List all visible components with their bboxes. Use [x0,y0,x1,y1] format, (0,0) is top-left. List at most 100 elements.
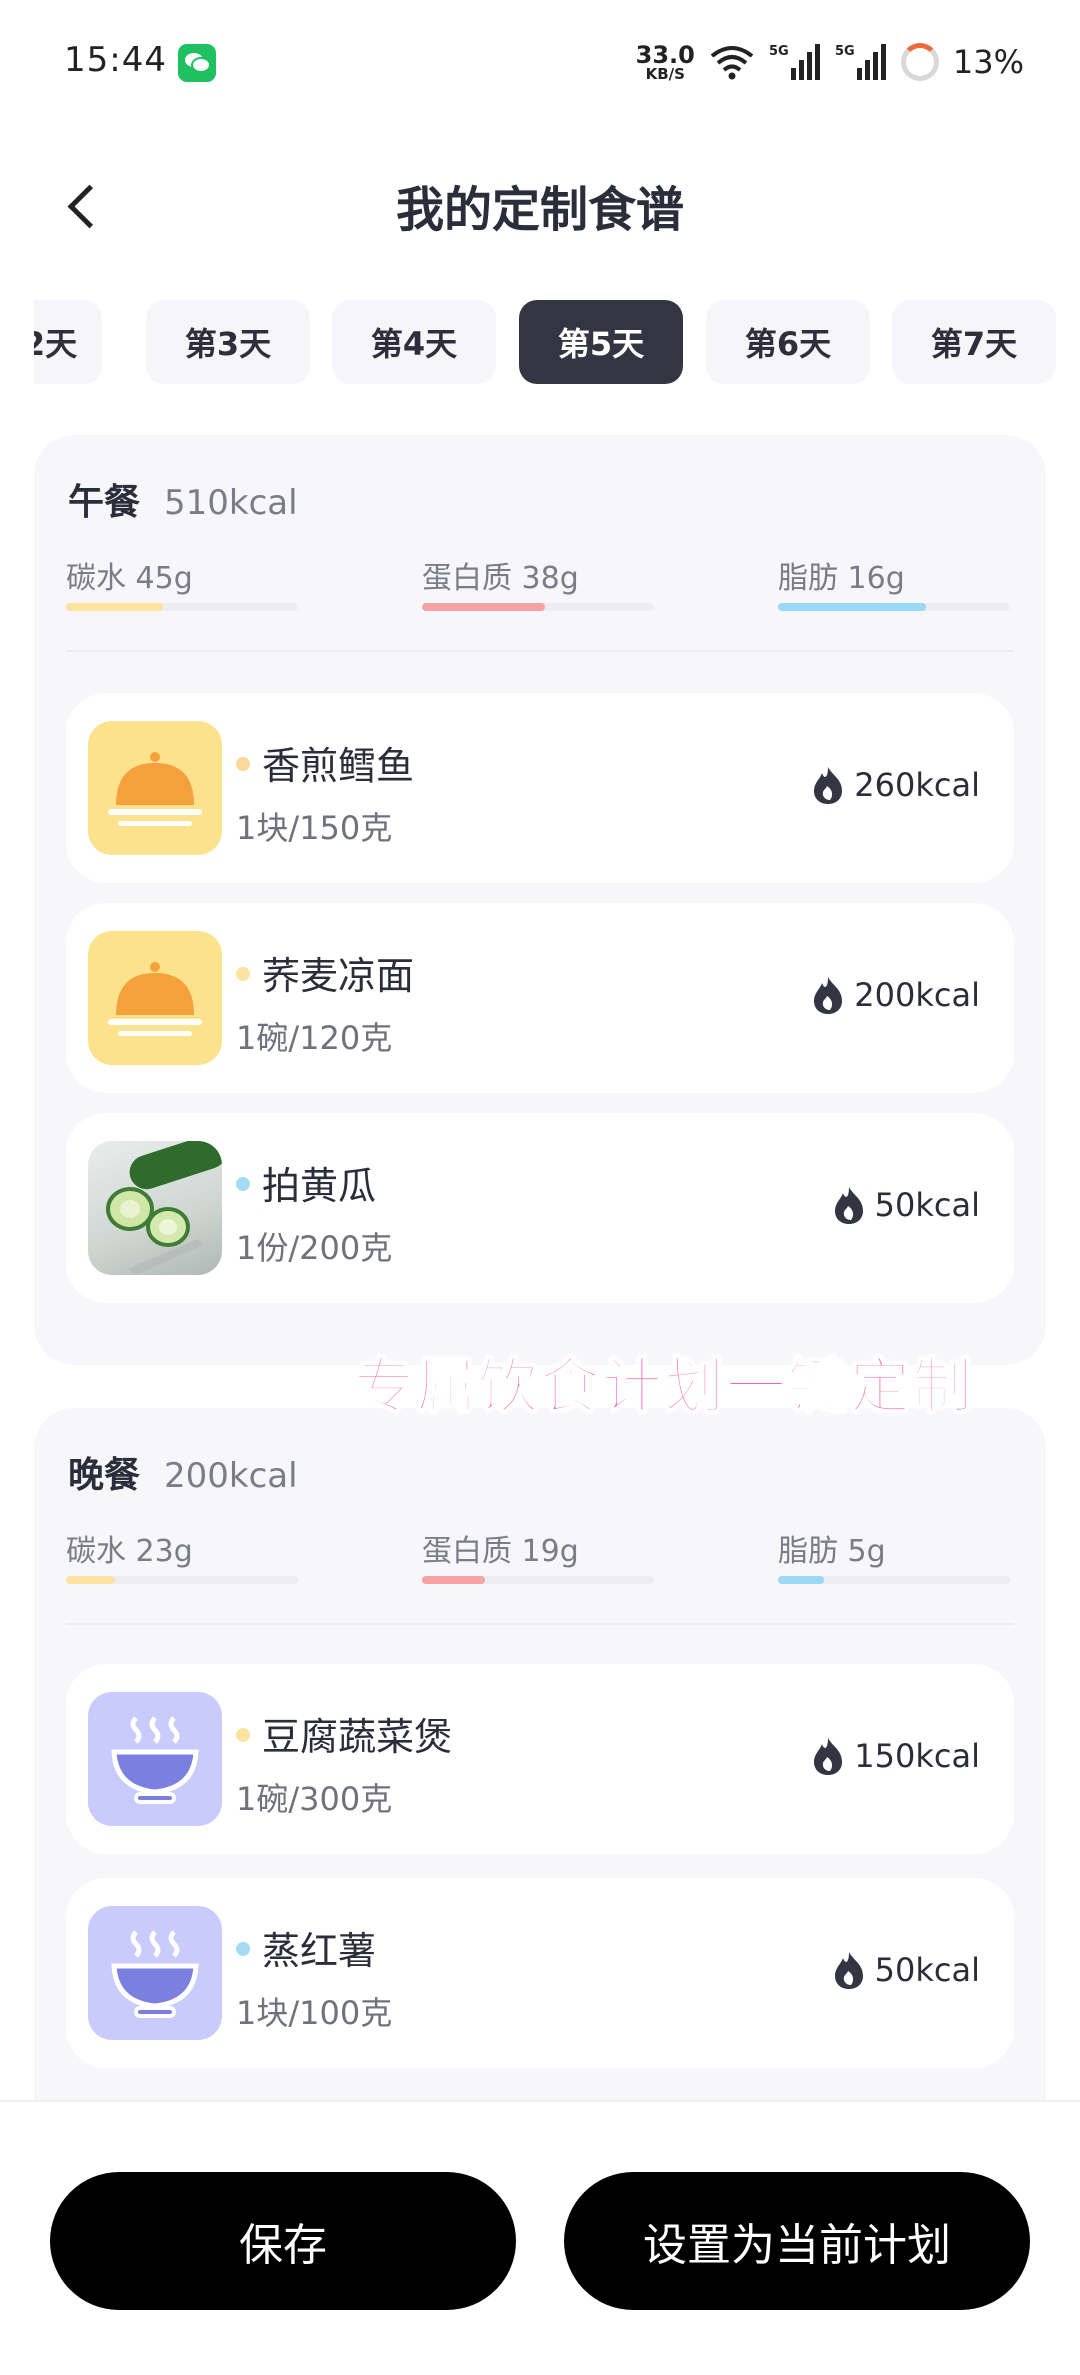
network-speed-value: 33.0 [635,40,695,69]
macro-fill [66,1576,115,1584]
tab-day-7[interactable]: 第7天 [892,300,1056,384]
food-kcal-value: 50kcal [874,1186,980,1224]
food-name: 荞麦凉面 [262,954,415,998]
tab-day-5[interactable]: 第5天 [519,300,683,384]
food-kcal-value: 150kcal [854,1737,980,1775]
macro-fat: 脂肪 16g [778,553,1010,611]
food-item[interactable]: 拍黄瓜 1份/200克 50kcal [66,1113,1014,1303]
macro-track [66,603,298,611]
divider [66,1623,1014,1625]
save-button[interactable]: 保存 [50,2172,516,2310]
macro-fill [66,603,164,611]
food-kcal: 200kcal [810,975,980,1015]
flame-icon [834,1952,863,1989]
signal-5g-icon-2: 5G [835,44,886,80]
macro-fill [778,603,927,611]
food-kcal-value: 260kcal [854,766,980,804]
category-dot [236,1728,250,1742]
food-name: 拍黄瓜 [262,1164,377,1208]
steaming-bowl-icon [88,1906,222,2040]
food-kcal: 260kcal [810,765,980,805]
food-name: 豆腐蔬菜煲 [262,1715,453,1759]
wifi-icon [710,46,754,80]
category-dot [236,1942,250,1956]
network-speed-unit: KB/S [645,64,685,83]
tab-day-2-label: 2天 [34,325,78,363]
day-tabs: 2天 第3天 第4天 第5天 第6天 第7天 [34,300,1080,384]
macro-track [66,1576,298,1584]
macro-fill [422,1576,485,1584]
food-portion: 1块/100克 [236,1994,393,2032]
tab-day-2[interactable]: 2天 [34,300,102,384]
tab-day-4[interactable]: 第4天 [332,300,496,384]
macro-fat: 脂肪 5g [778,1526,1010,1584]
category-dot [236,1177,250,1191]
macro-label: 蛋白质 19g [422,1534,579,1569]
network-speed: 33.0 KB/S [636,43,695,82]
food-portion: 1碗/300克 [236,1780,393,1818]
page-title: 我的定制食谱 [395,182,684,238]
food-item[interactable]: 香煎鳕鱼 1块/150克 260kcal [66,693,1014,883]
meal-kcal: 200kcal [164,1456,298,1496]
meal-header: 午餐 510kcal [68,473,298,525]
macro-track [778,1576,1010,1584]
steaming-bowl-icon [88,1692,222,1826]
set-current-plan-button[interactable]: 设置为当前计划 [564,2172,1030,2310]
macro-track [778,603,1010,611]
macro-label: 脂肪 5g [778,1534,886,1569]
meal-header: 晚餐 200kcal [68,1446,298,1498]
meal-kcal: 510kcal [164,483,298,523]
food-kcal: 50kcal [831,1950,980,1990]
food-kcal-value: 50kcal [874,1951,980,1989]
macro-track [422,1576,654,1584]
signal-label-1: 5G [769,44,789,59]
promo-caption: 专属饮食计划一键定制 [353,1351,974,1423]
food-portion: 1块/150克 [236,809,393,847]
macro-label: 碳水 45g [66,561,193,596]
flame-icon [814,1738,843,1775]
macro-label: 蛋白质 38g [422,561,579,596]
meal-name: 晚餐 [68,1455,141,1496]
meal-card-lunch: 午餐 510kcal 碳水 45g 蛋白质 38g 脂肪 16g 香煎鳕鱼 1块… [34,435,1046,1365]
macro-track [422,603,654,611]
macro-carbs: 碳水 23g [66,1526,298,1584]
tab-day-6[interactable]: 第6天 [706,300,870,384]
meal-card-dinner: 晚餐 200kcal 碳水 23g 蛋白质 19g 脂肪 5g 豆腐蔬菜煲 1碗… [34,1408,1046,2168]
food-item[interactable]: 荞麦凉面 1碗/120克 200kcal [66,903,1014,1093]
battery-ring-icon [900,43,939,81]
flame-icon [814,977,843,1014]
macro-protein: 蛋白质 38g [422,553,654,611]
food-portion: 1份/200克 [236,1229,393,1267]
cloche-icon [88,721,222,855]
status-indicators: 33.0 KB/S 5G 5G 13% [636,38,1024,86]
food-item[interactable]: 豆腐蔬菜煲 1碗/300克 150kcal [66,1664,1014,1854]
food-portion: 1碗/120克 [236,1019,393,1057]
category-dot [236,967,250,981]
signal-5g-icon: 5G [769,44,820,80]
food-name: 蒸红薯 [262,1929,377,1973]
flame-icon [814,767,843,804]
status-bar: 15:44 33.0 KB/S 5G 5G 13% [0,0,1080,125]
meal-name: 午餐 [68,482,141,523]
food-kcal-value: 200kcal [854,976,980,1014]
macro-label: 碳水 23g [66,1534,193,1569]
macro-fill [422,603,545,611]
wechat-icon [178,44,216,82]
macro-fill [778,1576,825,1584]
macro-label: 脂肪 16g [778,561,905,596]
cucumber-photo [88,1141,222,1275]
food-kcal: 150kcal [810,1736,980,1776]
flame-icon [834,1187,863,1224]
signal-label-2: 5G [835,44,855,59]
food-name: 香煎鳕鱼 [262,744,415,788]
cloche-icon [88,931,222,1065]
macro-protein: 蛋白质 19g [422,1526,654,1584]
food-item[interactable]: 蒸红薯 1块/100克 50kcal [66,1878,1014,2068]
macro-carbs: 碳水 45g [66,553,298,611]
tab-day-3[interactable]: 第3天 [146,300,310,384]
bottom-action-bar: 保存 设置为当前计划 [0,2100,1080,2375]
battery-percent: 13% [952,43,1024,81]
category-dot [236,757,250,771]
status-time: 15:44 [64,40,167,80]
food-kcal: 50kcal [831,1185,980,1225]
